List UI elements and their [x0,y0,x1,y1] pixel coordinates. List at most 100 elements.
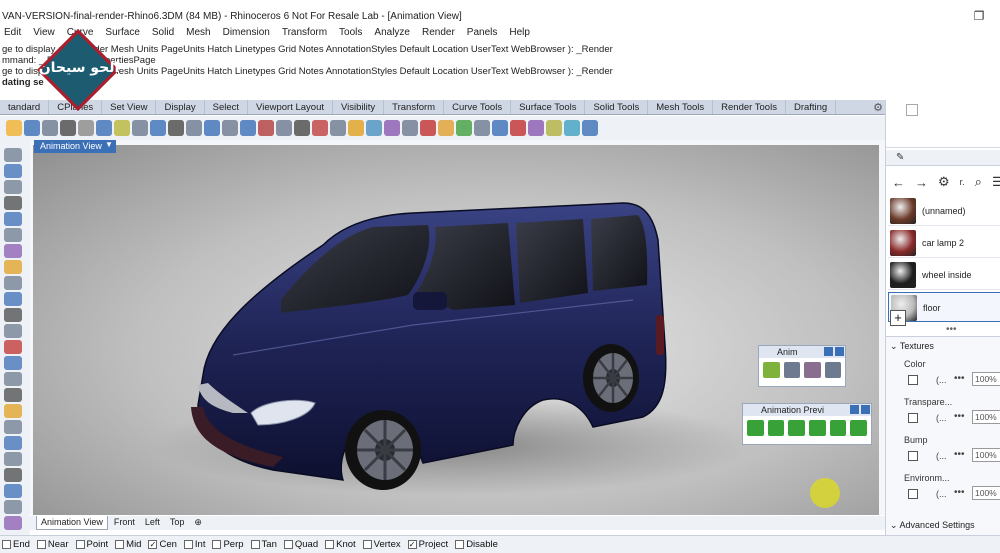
material-item[interactable]: (unnamed) [888,196,1000,226]
advanced-settings-header[interactable]: ⌄ Advanced Settings [890,520,975,531]
left-tool-icon[interactable] [4,340,22,354]
left-tool-icon[interactable] [4,516,22,530]
texture-checkbox[interactable] [908,451,918,461]
toolbar-button-icon[interactable] [528,120,544,136]
osnap-checkbox[interactable] [283,540,293,549]
left-tool-icon[interactable] [4,404,22,418]
fast-forward-icon[interactable] [850,420,868,436]
left-tool-icon[interactable] [4,436,22,450]
left-tool-icon[interactable] [4,212,22,226]
left-tool-icon[interactable] [4,164,22,178]
tab-surface-tools[interactable]: Surface Tools [511,100,586,114]
osnap-int[interactable]: Int [183,539,205,550]
more-icon[interactable]: ••• [954,373,965,384]
texture-amount-input[interactable]: 100% [972,448,1000,462]
step-forward-icon[interactable] [829,420,847,436]
flythrough-icon[interactable] [824,362,841,378]
left-tool-icon[interactable] [4,276,22,290]
texture-amount-input[interactable]: 100% [972,372,1000,386]
texture-checkbox[interactable] [908,375,918,385]
left-tool-icon[interactable] [4,196,22,210]
toolbar-button-icon[interactable] [492,120,508,136]
osnap-checkbox[interactable]: ✓ [407,540,417,549]
osnap-checkbox[interactable] [212,540,222,549]
menu-item-tools[interactable]: Tools [339,27,362,41]
tab-animation-view[interactable]: Animation View [36,516,108,530]
toolbar-button-icon[interactable] [258,120,274,136]
toolbar-button-icon[interactable] [330,120,346,136]
toolbar-button-icon[interactable] [186,120,202,136]
menu-icon[interactable]: ☰ [992,174,1000,190]
left-tool-icon[interactable] [4,468,22,482]
toolbar-button-icon[interactable] [240,120,256,136]
osnap-knot[interactable]: Knot [325,539,356,550]
material-item[interactable]: car lamp 2 [888,228,1000,258]
toolbar-button-icon[interactable] [546,120,562,136]
osnap-vertex[interactable]: Vertex [362,539,401,550]
osnap-checkbox[interactable] [455,540,465,549]
tab-render-tools[interactable]: Render Tools [713,100,786,114]
add-material-button[interactable]: + [890,310,906,326]
material-item[interactable]: wheel inside [888,260,1000,290]
texture-checkbox[interactable] [908,413,918,423]
osnap-tan[interactable]: Tan [250,539,277,550]
toolbar-button-icon[interactable] [456,120,472,136]
tab-mesh-tools[interactable]: Mesh Tools [648,100,714,114]
close-icon[interactable] [861,405,870,414]
menu-item-solid[interactable]: Solid [152,27,174,41]
toolbar-button-icon[interactable] [366,120,382,136]
osnap-point[interactable]: Point [75,539,108,550]
toolbar-button-icon[interactable] [312,120,328,136]
menu-item-panels[interactable]: Panels [467,27,498,41]
osnap-checkbox[interactable] [362,540,372,549]
toolbar-button-icon[interactable] [474,120,490,136]
camera-icon[interactable] [763,362,780,378]
toolbar-button-icon[interactable] [24,120,40,136]
osnap-checkbox[interactable] [325,540,335,549]
menu-item-mesh[interactable]: Mesh [186,27,210,41]
left-tool-icon[interactable] [4,180,22,194]
texture-amount-input[interactable]: 100% [972,410,1000,424]
chevron-down-icon[interactable]: ▼ [105,140,113,149]
osnap-checkbox[interactable] [36,540,46,549]
osnap-checkbox[interactable] [2,540,11,549]
osnap-near[interactable]: Near [36,539,69,550]
pause-icon[interactable] [809,420,826,436]
left-tool-icon[interactable] [4,292,22,306]
panel-settings-icon[interactable] [906,104,918,116]
left-tool-icon[interactable] [4,388,22,402]
more-icon[interactable]: ••• [954,411,965,422]
turntable-icon[interactable] [804,362,821,378]
toolbar-button-icon[interactable] [564,120,580,136]
tab-visibility[interactable]: Visibility [333,100,385,114]
toolbar-button-icon[interactable] [42,120,58,136]
osnap-end[interactable]: End [2,539,30,550]
menu-item-analyze[interactable]: Analyze [374,27,410,41]
toolbar-button-icon[interactable] [384,120,400,136]
left-tool-icon[interactable] [4,260,22,274]
osnap-checkbox[interactable] [250,540,260,549]
pencil-icon[interactable]: ✎ [896,152,904,163]
play-icon[interactable] [747,420,764,436]
osnap-disable[interactable]: Disable [455,539,498,550]
left-tool-icon[interactable] [4,228,22,242]
toolbar-button-icon[interactable] [294,120,310,136]
toolbar-button-icon[interactable] [132,120,148,136]
animation-viewport[interactable] [33,145,879,515]
osnap-checkbox[interactable]: ✓ [148,540,158,549]
close-icon[interactable] [835,347,844,356]
texture-slot[interactable]: (... [936,375,947,385]
left-tool-icon[interactable] [4,452,22,466]
left-tool-icon[interactable] [4,148,22,162]
more-icon[interactable]: ••• [954,487,965,498]
toolbar-button-icon[interactable] [60,120,76,136]
texture-slot[interactable]: (... [936,413,947,423]
textures-header[interactable]: ⌄ Textures [890,341,934,352]
toolbar-button-icon[interactable] [348,120,364,136]
texture-slot[interactable]: (... [936,451,947,461]
osnap-quad[interactable]: Quad [283,539,318,550]
gear-icon[interactable] [850,405,859,414]
tab-front[interactable]: Front [110,516,139,530]
texture-checkbox[interactable] [908,489,918,499]
osnap-checkbox[interactable] [75,540,85,549]
